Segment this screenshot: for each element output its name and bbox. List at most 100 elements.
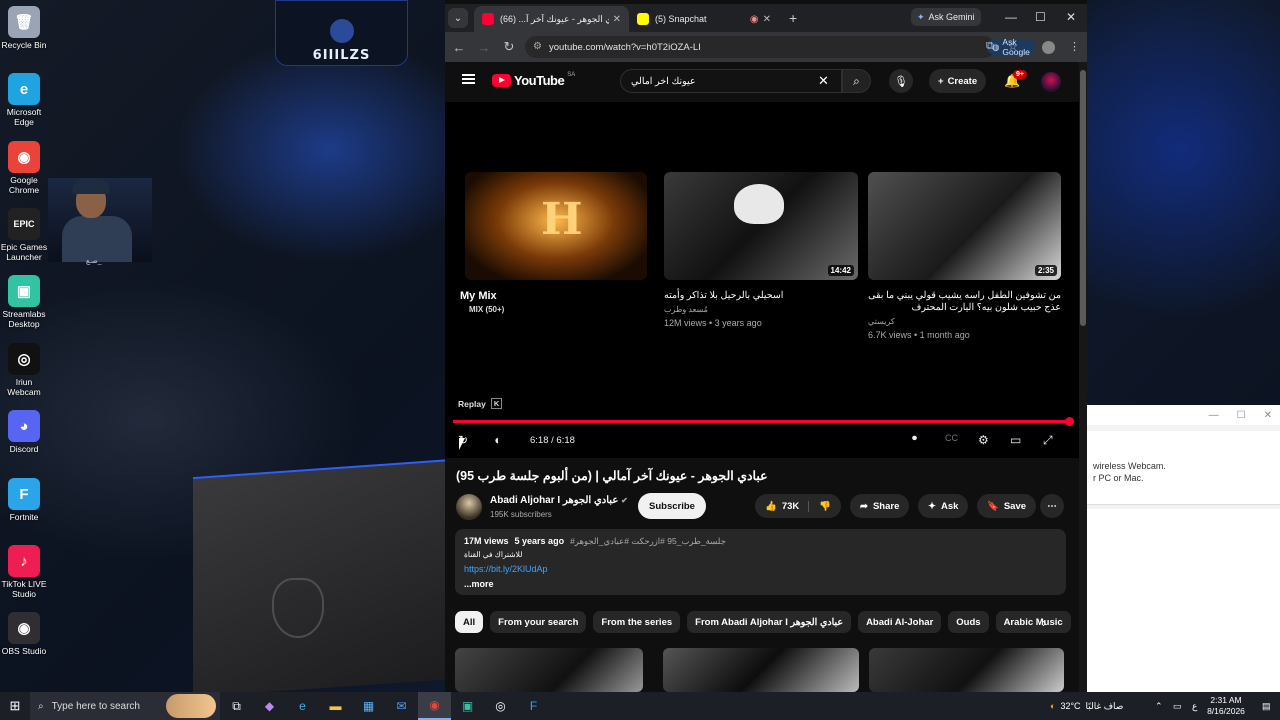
filter-chip[interactable]: From your search [490, 611, 587, 633]
filter-chip[interactable]: From Abadi Aljohar I عبادي الجوهر [687, 611, 852, 633]
fortnite-taskbar-icon[interactable]: F [517, 692, 550, 720]
desktop-icon-recycle-bin[interactable]: 🗑 Recycle Bin [0, 6, 48, 50]
dislike-button[interactable]: 👎 [809, 501, 841, 512]
save-button[interactable]: 🔖 Save [977, 494, 1037, 518]
progress-bar[interactable] [453, 420, 1071, 423]
hamburger-menu-icon[interactable] [462, 74, 475, 84]
background-window[interactable]: — ☐ ✕ wireless Webcam. r PC or Mac. [1087, 405, 1280, 692]
tab-search-button[interactable]: ⌄ [448, 8, 468, 28]
desktop-icon-obs-studio[interactable]: ◉ OBS Studio [0, 612, 48, 656]
recommended-thumbnail-3[interactable] [869, 648, 1064, 692]
ask-button[interactable]: ✦ Ask [918, 494, 969, 518]
more-menu-icon[interactable]: ⋮ [1069, 40, 1080, 53]
tray-chevron-up-icon[interactable]: ⌃ [1155, 692, 1163, 720]
account-avatar[interactable] [1041, 72, 1061, 92]
desktop-icon-fortnite[interactable]: F Fortnite [0, 478, 48, 522]
hashtags[interactable]: #جلسة_طرب_95 #ازرحكت #عبادي_الجوهر [570, 536, 726, 547]
chevron-right-icon[interactable]: › [1042, 615, 1046, 630]
scrollbar-thumb[interactable] [1080, 70, 1086, 326]
filter-chip[interactable]: Ouds [948, 611, 989, 633]
copilot-icon[interactable]: ◆ [253, 692, 286, 720]
recommended-thumbnail-1[interactable] [455, 648, 643, 692]
close-icon[interactable]: ✕ [1264, 410, 1272, 421]
video-player[interactable]: H My Mix MIX (50+) 14:42 اسحيلي بالرحيل … [445, 102, 1079, 458]
show-more-button[interactable]: ...more [464, 579, 1057, 589]
scrubber-handle[interactable] [1065, 417, 1074, 426]
network-icon[interactable]: ▭ [1173, 692, 1182, 720]
task-view-icon[interactable]: ⧉ [220, 692, 253, 720]
recommended-thumbnail-2[interactable] [663, 648, 859, 692]
taskbar-search[interactable]: ⌕ Type here to search [30, 692, 220, 720]
endscreen-card-mix[interactable]: H My Mix MIX (50+) [460, 172, 647, 314]
settings-gear-icon[interactable]: ⚙ [978, 433, 989, 447]
search-input[interactable]: عيونك اخر امالي [620, 69, 842, 93]
desktop-icon-tiktok-live-studio[interactable]: ♪ TikTok LIVE Studio [0, 545, 48, 599]
clear-search-icon[interactable]: ✕ [818, 73, 829, 89]
channel-name[interactable]: Abadi Aljohar I عبادي الجوهر ✔ [490, 495, 628, 506]
forward-button[interactable]: → [473, 40, 495, 55]
theater-mode-icon[interactable]: ▭ [1010, 433, 1021, 447]
voice-search-button[interactable]: 🎙 [889, 69, 913, 93]
channel-avatar[interactable] [456, 494, 482, 520]
filter-chip[interactable]: Abadi Al-Johar [858, 611, 942, 633]
minimize-icon[interactable]: — [1209, 410, 1219, 421]
desktop-icon-epic-games-launcher[interactable]: EPIC Epic Games Launcher [0, 208, 48, 262]
close-tab-icon[interactable]: ✕ [763, 14, 771, 25]
minimize-window-button[interactable]: — [1005, 10, 1017, 24]
endscreen-thumbnail-3[interactable]: 2:35 [868, 172, 1061, 280]
desktop-icon-google-chrome[interactable]: ◉ Google Chrome [0, 141, 48, 195]
mix-thumbnail[interactable]: H [465, 172, 647, 280]
address-bar[interactable]: ⚙ youtube.com/watch?v=h0T2iOZA-LI ◍ Ask … [525, 36, 1035, 58]
desktop-icon-discord[interactable]: ◕ Discord [0, 410, 48, 454]
description-box[interactable]: 17M views 5 years ago #جلسة_طرب_95 #ازرح… [455, 529, 1066, 595]
like-button[interactable]: 👍 73K [765, 500, 810, 512]
reload-button[interactable]: ↻ [498, 39, 520, 55]
ask-gemini-button[interactable]: ✦ Ask Gemini [911, 8, 981, 26]
file-explorer-icon[interactable]: ▬ [319, 692, 352, 720]
tab-youtube[interactable]: عبادي الجوهر - عيونك آخر آ... (66) ✕ [474, 6, 629, 32]
endscreen-thumbnail-2[interactable]: 14:42 [664, 172, 858, 280]
filter-chip[interactable]: Arabic Music [995, 611, 1071, 633]
create-button[interactable]: + Create [929, 69, 987, 93]
edge-icon[interactable]: e [286, 692, 319, 720]
background-window-titlebar[interactable]: — ☐ ✕ [1087, 405, 1280, 425]
desktop-icon-microsoft-edge[interactable]: e Microsoft Edge [0, 73, 48, 127]
iriun-taskbar-icon[interactable]: ◎ [484, 692, 517, 720]
search-button[interactable]: ⌕ [842, 69, 871, 93]
back-button[interactable]: ← [448, 40, 470, 55]
desktop-icon-streamlabs-desktop[interactable]: ▣ Streamlabs Desktop [0, 275, 48, 329]
clock[interactable]: 2:31 AM 8/16/2026 [1200, 695, 1252, 717]
notification-center-icon[interactable]: ▤ [1262, 692, 1271, 720]
captions-icon[interactable]: CC [945, 433, 958, 443]
streamlabs-taskbar-icon[interactable]: ▣ [451, 692, 484, 720]
maximize-window-button[interactable]: ☐ [1035, 10, 1046, 24]
autoplay-toggle-icon[interactable]: ⏺ [912, 433, 917, 444]
filter-chip[interactable]: All [455, 611, 484, 633]
chrome-taskbar-icon[interactable]: ◉ [418, 692, 451, 720]
subscribe-button[interactable]: Subscribe [638, 493, 706, 519]
site-info-icon[interactable]: ⚙ [533, 41, 542, 52]
new-tab-button[interactable]: + [789, 10, 797, 26]
maximize-icon[interactable]: ☐ [1237, 410, 1246, 421]
fullscreen-icon[interactable]: ⤢ [1043, 433, 1053, 448]
chrome-window[interactable]: ⌄ عبادي الجوهر - عيونك آخر آ... (66) ✕ (… [445, 0, 1087, 692]
mail-icon[interactable]: ✉ [385, 692, 418, 720]
profile-avatar[interactable] [1042, 41, 1055, 54]
tab-snapchat[interactable]: (5) Snapchat ◉ ✕ [629, 6, 779, 32]
filter-chip[interactable]: From the series [593, 611, 681, 633]
desktop-icon-iriun-webcam[interactable]: ◎ Iriun Webcam [0, 343, 48, 397]
bookmark-star-icon[interactable]: ☆ [1008, 40, 1018, 53]
language-indicator[interactable]: ع [1192, 692, 1197, 720]
close-window-button[interactable]: ✕ [1066, 10, 1076, 24]
install-app-icon[interactable]: ⧉ [986, 40, 994, 53]
store-icon[interactable]: ▦ [352, 692, 385, 720]
share-button[interactable]: ➦ Share [850, 494, 910, 518]
more-actions-button[interactable]: ⋯ [1040, 494, 1064, 518]
endscreen-card-3[interactable]: 2:35 من تشوفين الطفل راسه يشيب قولي يبني… [868, 172, 1061, 340]
endscreen-card-2[interactable]: 14:42 اسحيلي بالرحيل بلا تذاكر وأمته مُس… [664, 172, 858, 328]
weather-widget[interactable]: ◐ 32°C صاف غالبًا [1050, 692, 1123, 720]
page-scrollbar[interactable] [1079, 62, 1087, 692]
volume-icon[interactable]: ◖ [493, 433, 500, 447]
description-link[interactable]: https://bit.ly/2KlUdAp [464, 564, 1057, 574]
close-tab-icon[interactable]: ✕ [613, 14, 621, 25]
